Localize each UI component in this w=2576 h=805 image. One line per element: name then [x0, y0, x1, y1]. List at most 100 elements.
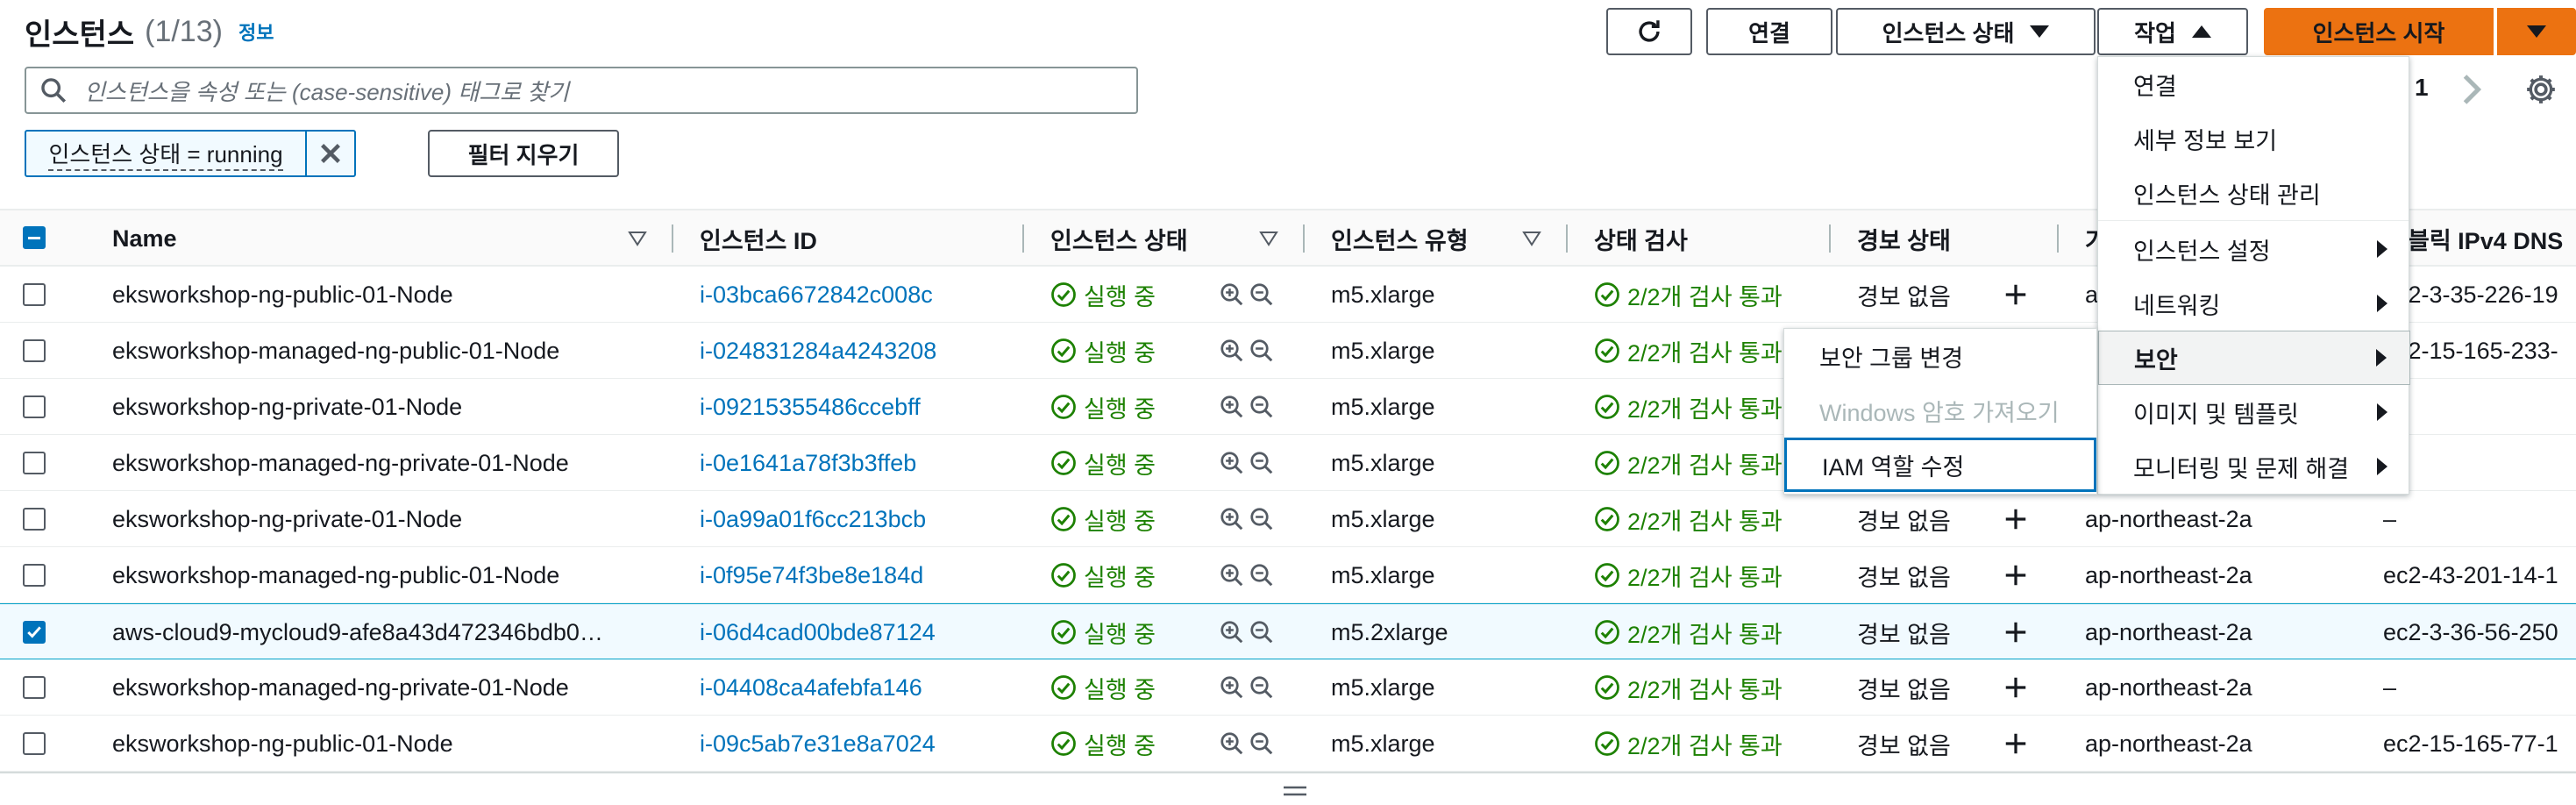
- zoom-out-icon[interactable]: [1249, 281, 1275, 308]
- plus-icon[interactable]: [2003, 619, 2029, 645]
- submenu-item-modify-iam-role[interactable]: IAM 역할 수정: [1784, 438, 2096, 492]
- zoom-out-icon[interactable]: [1249, 674, 1275, 701]
- table-row[interactable]: eksworkshop-ng-private-01-Node i-0a99a01f…: [0, 491, 2576, 547]
- column-header-instance-state[interactable]: 인스턴스 상태: [1050, 210, 1188, 267]
- instance-id-link[interactable]: i-04408ca4afebfa146: [700, 659, 922, 716]
- sort-caret-icon[interactable]: [628, 231, 647, 246]
- plus-icon[interactable]: [2003, 562, 2029, 588]
- zoom-out-icon[interactable]: [1249, 730, 1275, 757]
- column-resizer[interactable]: [1303, 224, 1305, 253]
- menu-item-monitor-troubleshoot[interactable]: 모니터링 및 문제 해결: [2098, 439, 2410, 494]
- column-resizer[interactable]: [672, 224, 673, 253]
- zoom-in-icon[interactable]: [1219, 619, 1245, 645]
- menu-item-instance-settings[interactable]: 인스턴스 설정: [2098, 222, 2410, 276]
- add-alarm-button[interactable]: [2003, 491, 2029, 547]
- column-header-instance-id[interactable]: 인스턴스 ID: [700, 210, 817, 267]
- clear-filters-button[interactable]: 필터 지우기: [428, 130, 619, 177]
- instance-id-link[interactable]: i-09c5ab7e31e8a7024: [700, 716, 936, 772]
- zoom-in-icon[interactable]: [1219, 730, 1245, 757]
- zoom-in-icon[interactable]: [1219, 281, 1245, 308]
- menu-item-image-templates[interactable]: 이미지 및 템플릿: [2098, 385, 2410, 439]
- resize-handle-icon[interactable]: [1282, 784, 1308, 798]
- table-row[interactable]: eksworkshop-managed-ng-public-01-Node i-0…: [0, 547, 2576, 603]
- plus-icon[interactable]: [2003, 730, 2029, 757]
- zoom-out-icon[interactable]: [1249, 506, 1275, 532]
- menu-item-connect[interactable]: 연결: [2098, 57, 2410, 111]
- zoom-out-icon[interactable]: [1249, 562, 1275, 588]
- menu-item-view-details[interactable]: 세부 정보 보기: [2098, 111, 2410, 166]
- menu-item-networking[interactable]: 네트워킹: [2098, 276, 2410, 331]
- actions-dropdown[interactable]: 작업: [2097, 8, 2248, 55]
- settings-gear-icon[interactable]: [2523, 72, 2558, 107]
- chevron-right-icon: [2377, 240, 2387, 258]
- zoom-out-icon[interactable]: [1249, 338, 1275, 364]
- plus-icon[interactable]: [2003, 281, 2029, 308]
- zoom-in-icon[interactable]: [1219, 562, 1245, 588]
- row-checkbox[interactable]: [23, 621, 46, 644]
- zoom-in-icon[interactable]: [1219, 674, 1245, 701]
- add-alarm-button[interactable]: [2003, 659, 2029, 716]
- row-checkbox[interactable]: [23, 283, 46, 306]
- search-box[interactable]: 인스턴스을 속성 또는 (case-sensitive) 태그로 찾기: [25, 67, 1138, 114]
- instance-state-text: 실행 중: [1084, 339, 1156, 367]
- row-checkbox[interactable]: [23, 676, 46, 699]
- row-checkbox[interactable]: [23, 508, 46, 531]
- menu-item-security[interactable]: 보안: [2098, 331, 2410, 385]
- zoom-out-icon[interactable]: [1249, 619, 1275, 645]
- sort-caret-icon[interactable]: [1522, 231, 1541, 246]
- select-all-checkbox[interactable]: [23, 226, 46, 249]
- zoom-out-icon[interactable]: [1249, 450, 1275, 476]
- info-link[interactable]: 정보: [238, 18, 274, 46]
- instance-state: 실행 중: [1050, 267, 1156, 323]
- table-row[interactable]: aws-cloud9-mycloud9-afe8a43d472346bdb0… i…: [0, 603, 2576, 659]
- submenu-item-change-security-groups[interactable]: 보안 그룹 변경: [1784, 329, 2096, 383]
- instance-id-link[interactable]: i-0a99a01f6cc213bcb: [700, 491, 926, 547]
- sort-caret-icon[interactable]: [1259, 231, 1278, 246]
- add-alarm-button[interactable]: [2003, 267, 2029, 323]
- instance-name: eksworkshop-managed-ng-private-01-Node: [112, 673, 569, 701]
- column-header-instance-type[interactable]: 인스턴스 유형: [1331, 210, 1469, 267]
- column-resizer[interactable]: [1566, 224, 1568, 253]
- add-alarm-button[interactable]: [2003, 547, 2029, 603]
- zoom-in-icon[interactable]: [1219, 506, 1245, 532]
- plus-icon[interactable]: [2003, 506, 2029, 532]
- remove-filter-button[interactable]: [307, 132, 354, 175]
- filter-token-label[interactable]: 인스턴스 상태 = running: [26, 132, 307, 175]
- instance-state-text: 실행 중: [1084, 508, 1156, 535]
- launch-instance-button[interactable]: 인스턴스 시작: [2264, 8, 2494, 55]
- connect-button[interactable]: 연결: [1706, 8, 1832, 55]
- chevron-right-icon[interactable]: [2459, 72, 2485, 107]
- table-row[interactable]: eksworkshop-ng-public-01-Node i-09c5ab7e3…: [0, 716, 2576, 772]
- instance-id-link[interactable]: i-09215355486ccebff: [700, 379, 921, 435]
- column-resizer[interactable]: [1022, 224, 1024, 253]
- plus-icon[interactable]: [2003, 674, 2029, 701]
- column-header-alarm-status[interactable]: 경보 상태: [1857, 210, 1951, 267]
- zoom-in-icon[interactable]: [1219, 338, 1245, 364]
- zoom-out-icon[interactable]: [1249, 394, 1275, 420]
- row-checkbox[interactable]: [23, 339, 46, 362]
- page-number[interactable]: 1: [2415, 74, 2429, 102]
- zoom-in-icon[interactable]: [1219, 450, 1245, 476]
- row-checkbox[interactable]: [23, 452, 46, 474]
- row-checkbox[interactable]: [23, 564, 46, 587]
- table-row[interactable]: eksworkshop-managed-ng-private-01-Node i-…: [0, 659, 2576, 716]
- instance-id-link[interactable]: i-06d4cad00bde87124: [700, 604, 936, 660]
- column-resizer[interactable]: [1829, 224, 1831, 253]
- column-header-name[interactable]: Name: [112, 210, 177, 267]
- column-header-public-dns[interactable]: 블릭 IPv4 DNS: [2408, 210, 2563, 267]
- zoom-in-icon[interactable]: [1219, 394, 1245, 420]
- instance-state-dropdown[interactable]: 인스턴스 상태: [1836, 8, 2096, 55]
- instance-id-link[interactable]: i-0e1641a78f3b3ffeb: [700, 435, 916, 491]
- add-alarm-button[interactable]: [2003, 716, 2029, 772]
- menu-item-manage-state[interactable]: 인스턴스 상태 관리: [2098, 166, 2410, 220]
- instance-id-link[interactable]: i-03bca6672842c008c: [700, 267, 933, 323]
- launch-options-button[interactable]: [2497, 8, 2576, 55]
- column-header-status-check[interactable]: 상태 검사: [1594, 210, 1688, 267]
- row-checkbox[interactable]: [23, 395, 46, 418]
- column-resizer[interactable]: [2057, 224, 2059, 253]
- refresh-button[interactable]: [1606, 8, 1692, 55]
- row-checkbox[interactable]: [23, 732, 46, 755]
- instance-id-link[interactable]: i-0f95e74f3be8e184d: [700, 547, 923, 603]
- add-alarm-button[interactable]: [2003, 604, 2029, 660]
- instance-id-link[interactable]: i-024831284a4243208: [700, 323, 936, 379]
